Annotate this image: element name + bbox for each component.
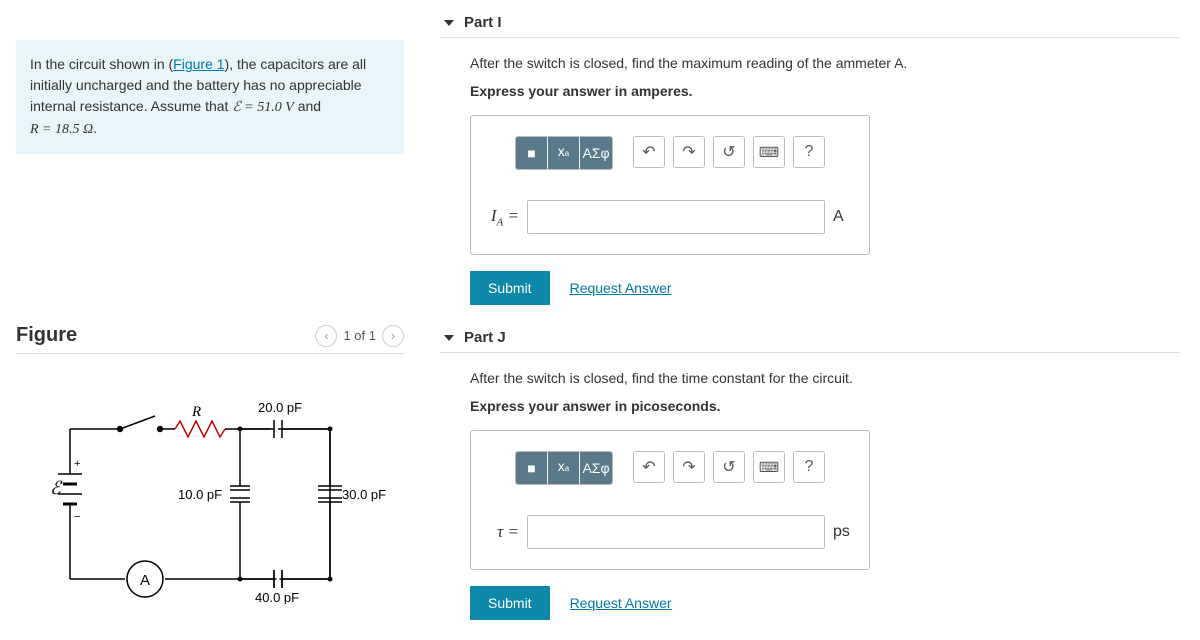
- svg-text:−: −: [74, 511, 80, 523]
- reset-button[interactable]: ↺: [713, 451, 745, 483]
- part-j-question: After the switch is closed, find the tim…: [470, 369, 1150, 389]
- svg-text:20.0 pF: 20.0 pF: [258, 400, 302, 415]
- format-toolbar: ■ xa ΑΣφ: [515, 451, 613, 485]
- svg-text:30.0 pF: 30.0 pF: [342, 487, 386, 502]
- keyboard-button[interactable]: [753, 451, 785, 483]
- caret-down-icon: [444, 335, 454, 341]
- part-i-var: IA =: [483, 206, 519, 228]
- part-i-input[interactable]: [527, 200, 825, 234]
- figure-link[interactable]: Figure 1: [173, 56, 224, 72]
- sqrt-button[interactable]: xa: [548, 452, 580, 484]
- template-button[interactable]: ■: [516, 452, 548, 484]
- symbols-button[interactable]: ΑΣφ: [580, 137, 612, 169]
- part-i-question: After the switch is closed, find the max…: [470, 54, 1150, 74]
- part-j-submit-button[interactable]: Submit: [470, 586, 550, 620]
- part-j-header[interactable]: Part J: [440, 325, 1180, 353]
- undo-button[interactable]: ↶: [633, 136, 665, 168]
- figure-pager: ‹ 1 of 1 ›: [315, 325, 404, 347]
- period: .: [93, 120, 97, 136]
- part-j-title: Part J: [464, 329, 506, 346]
- help-button[interactable]: ?: [793, 451, 825, 483]
- figure-title: Figure: [16, 324, 77, 347]
- part-i-title: Part I: [464, 14, 502, 31]
- r-value: R = 18.5 Ω: [30, 122, 93, 137]
- part-i-request-answer-link[interactable]: Request Answer: [570, 280, 672, 296]
- prev-figure-button[interactable]: ‹: [315, 325, 337, 347]
- reset-button[interactable]: ↺: [713, 136, 745, 168]
- sqrt-button[interactable]: xa: [548, 137, 580, 169]
- undo-button[interactable]: ↶: [633, 451, 665, 483]
- svg-text:+: +: [74, 458, 80, 470]
- part-j-request-answer-link[interactable]: Request Answer: [570, 595, 672, 611]
- part-j-unit: ps: [833, 523, 857, 541]
- circuit-diagram: + − ℰ 20.0 pF R: [30, 394, 390, 604]
- keyboard-button[interactable]: [753, 136, 785, 168]
- help-button[interactable]: ?: [793, 136, 825, 168]
- part-i-submit-button[interactable]: Submit: [470, 271, 550, 305]
- problem-text: In the circuit shown in (: [30, 56, 173, 72]
- pager-text: 1 of 1: [343, 328, 376, 343]
- redo-button[interactable]: ↷: [673, 451, 705, 483]
- symbols-button[interactable]: ΑΣφ: [580, 452, 612, 484]
- svg-text:R: R: [191, 404, 201, 420]
- part-i-unit: A: [833, 208, 857, 226]
- part-j-instruction: Express your answer in picoseconds.: [470, 397, 1150, 417]
- svg-text:ℰ: ℰ: [50, 478, 63, 498]
- svg-text:10.0 pF: 10.0 pF: [178, 487, 222, 502]
- part-j-answer-box: ■ xa ΑΣφ ↶ ↷ ↺ ? τ = ps: [470, 430, 870, 570]
- part-i-instruction: Express your answer in amperes.: [470, 82, 1150, 102]
- part-j-var: τ =: [483, 522, 519, 542]
- template-button[interactable]: ■: [516, 137, 548, 169]
- part-i-answer-box: ■ xa ΑΣφ ↶ ↷ ↺ ? IA = A: [470, 115, 870, 255]
- part-j-input[interactable]: [527, 515, 825, 549]
- caret-down-icon: [444, 20, 454, 26]
- redo-button[interactable]: ↷: [673, 136, 705, 168]
- format-toolbar: ■ xa ΑΣφ: [515, 136, 613, 170]
- part-i-header[interactable]: Part I: [440, 10, 1180, 38]
- problem-statement: In the circuit shown in (Figure 1), the …: [16, 40, 404, 154]
- and-text: and: [294, 98, 321, 114]
- svg-text:A: A: [140, 572, 150, 589]
- figure-body: + − ℰ 20.0 pF R: [0, 354, 420, 604]
- emf-value: ℰ = 51.0 V: [232, 100, 293, 115]
- svg-text:40.0 pF: 40.0 pF: [255, 590, 299, 604]
- next-figure-button[interactable]: ›: [382, 325, 404, 347]
